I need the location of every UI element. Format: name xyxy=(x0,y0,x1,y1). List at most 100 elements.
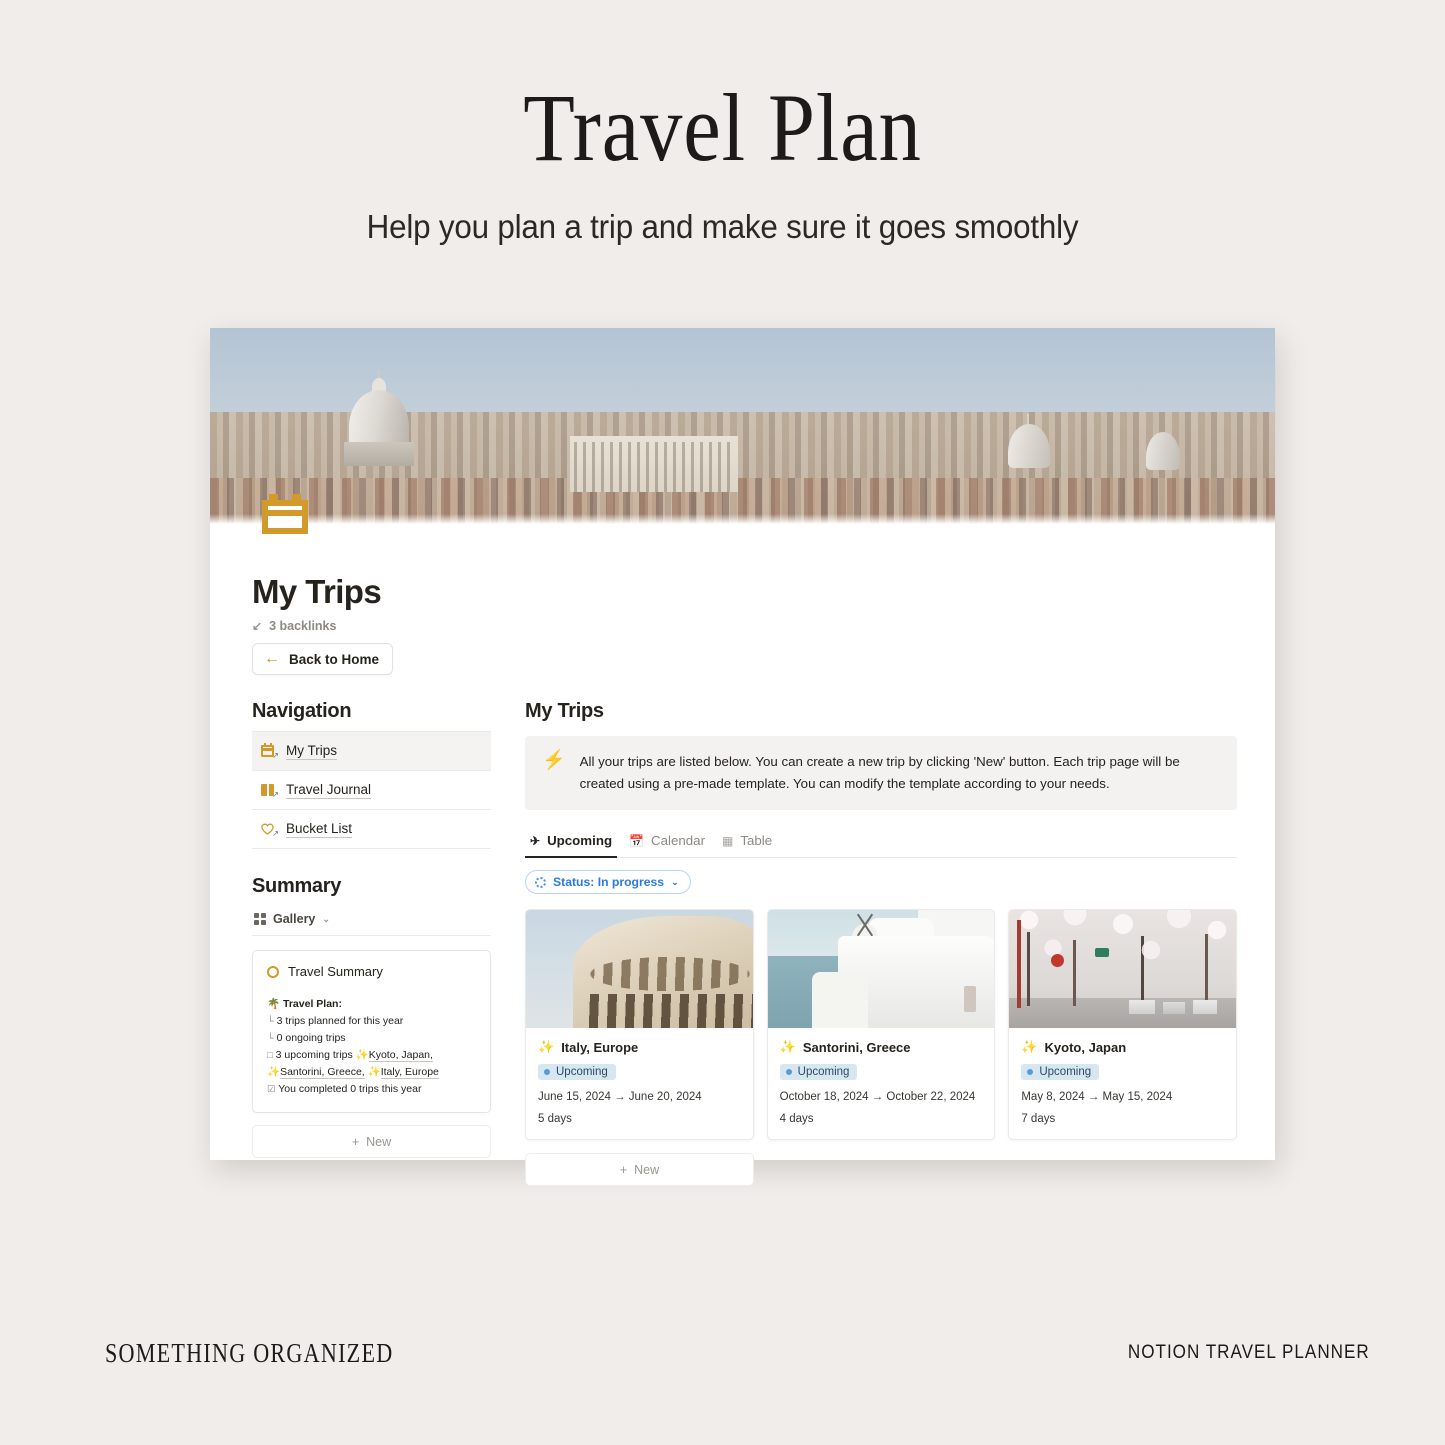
trip-card-title: Kyoto, Japan xyxy=(1044,1039,1127,1055)
trip-card-dates: October 18, 2024 → October 22, 2024 xyxy=(779,1091,976,1104)
page-content: My Trips ↙ 3 backlinks ← Back to Home Na… xyxy=(210,524,1275,1187)
status-badge-label: Upcoming xyxy=(556,1066,608,1079)
left-column: Navigation ↗ My Trips ↗ Travel Journal ↗… xyxy=(252,700,491,1158)
travel-summary-card[interactable]: Travel Summary 🌴 Travel Plan: └ 3 trips … xyxy=(252,950,491,1113)
trip-card[interactable]: ✨ Italy, Europe Upcoming June 15, 2024 →… xyxy=(525,909,754,1141)
arrow-left-icon: ← xyxy=(264,650,280,667)
cover-basilica-dome xyxy=(340,370,418,466)
summary-line: └ 3 trips planned for this year xyxy=(267,1013,476,1030)
footer-product: NOTION TRAVEL PLANNER xyxy=(1128,1342,1370,1363)
colosseum-photo xyxy=(526,910,753,1029)
navigation-list: ↗ My Trips ↗ Travel Journal ↗ Bucket Lis… xyxy=(252,731,491,849)
view-tabs: ✈ Upcoming 📅 Calendar ▦ Table xyxy=(525,827,1237,859)
navigation-heading: Navigation xyxy=(252,700,352,722)
trip-link-italy[interactable]: Italy, Europe xyxy=(380,1066,439,1079)
right-column: My Trips ⚡ All your trips are listed bel… xyxy=(525,700,1238,1187)
database-title: My Trips xyxy=(525,700,604,722)
tab-table[interactable]: ▦ Table xyxy=(717,827,781,857)
trips-new-label: New xyxy=(634,1162,660,1177)
santorini-photo xyxy=(767,910,995,1029)
sparkles-icon: ✨ xyxy=(538,1039,555,1055)
trip-card-duration: 5 days xyxy=(538,1113,572,1126)
tab-calendar[interactable]: 📅 Calendar xyxy=(624,827,714,857)
sidebar-item-my-trips[interactable]: ↗ My Trips xyxy=(252,732,491,771)
cover-photo xyxy=(210,328,1275,524)
calendar-icon: ↗ xyxy=(261,743,279,760)
trip-link-kyoto[interactable]: Kyoto, Japan, xyxy=(368,1049,433,1062)
gallery-view-selector[interactable]: Gallery ⌄ xyxy=(252,906,491,936)
gallery-view-label: Gallery xyxy=(273,912,316,926)
trip-card-title-row: ✨ Kyoto, Japan xyxy=(1021,1039,1224,1055)
trip-card-title-row: ✨ Italy, Europe xyxy=(538,1039,741,1055)
calendar-view-icon: 📅 xyxy=(629,833,645,848)
summary-new-button[interactable]: + New xyxy=(252,1125,491,1158)
page-title: My Trips xyxy=(252,573,382,610)
summary-line-text: 0 ongoing trips xyxy=(276,1032,346,1044)
line-bullet-icon: └ xyxy=(267,1016,274,1027)
summary-new-label: New xyxy=(366,1134,392,1149)
travel-summary-title-row: Travel Summary xyxy=(267,964,476,979)
app-window: My Trips ↙ 3 backlinks ← Back to Home Na… xyxy=(210,328,1275,1187)
travel-plan-label-row: 🌴 Travel Plan: xyxy=(267,996,476,1013)
filter-row: Status: In progress ⌄ xyxy=(525,870,1237,895)
sparkles-icon: ✨ xyxy=(779,1039,796,1055)
callout: ⚡ All your trips are listed below. You c… xyxy=(525,736,1237,811)
line-bullet-icon: └ xyxy=(267,1033,274,1044)
backlinks-label: 3 backlinks xyxy=(269,619,337,633)
footer-brand: SOMETHING ORGANIZED xyxy=(105,1338,394,1368)
circle-icon xyxy=(267,965,279,978)
trip-card-title-row: ✨ Santorini, Greece xyxy=(780,1039,983,1055)
backlinks[interactable]: ↙ 3 backlinks xyxy=(252,619,336,633)
spinner-icon xyxy=(535,876,546,888)
tab-label: Calendar xyxy=(651,833,705,849)
cover-dome-secondary xyxy=(1000,414,1058,468)
trip-card-list: ✨ Italy, Europe Upcoming June 15, 2024 →… xyxy=(525,909,1238,1141)
tab-label: Upcoming xyxy=(547,833,613,849)
travel-plan-label: Travel Plan: xyxy=(283,998,342,1010)
cover-dome-tertiary xyxy=(1140,424,1186,470)
back-to-home-label: Back to Home xyxy=(289,651,380,667)
summary-line-text: You completed 0 trips this year xyxy=(278,1083,422,1095)
tab-upcoming[interactable]: ✈ Upcoming xyxy=(525,827,621,859)
table-icon: ▦ xyxy=(722,833,734,848)
sidebar-item-travel-journal[interactable]: ↗ Travel Journal xyxy=(252,771,491,810)
cover-fade xyxy=(210,514,1275,524)
trip-card-title: Santorini, Greece xyxy=(802,1039,911,1055)
promo-title: Travel Plan xyxy=(523,74,922,181)
travel-summary-title: Travel Summary xyxy=(288,964,383,979)
callout-text: All your trips are listed below. You can… xyxy=(579,754,1180,791)
sidebar-item-label: My Trips xyxy=(286,742,338,760)
status-filter-pill[interactable]: Status: In progress ⌄ xyxy=(525,870,691,895)
sparkles-icon: ✨ xyxy=(367,1066,381,1078)
status-filter-label: Status: In progress xyxy=(553,875,665,890)
trip-card-dates: May 8, 2024 → May 15, 2024 xyxy=(1021,1091,1173,1104)
palm-tree-icon: 🌴 xyxy=(267,998,281,1010)
summary-line-text: 3 trips planned for this year xyxy=(276,1015,404,1027)
sparkles-icon: ✨ xyxy=(355,1049,369,1061)
summary-heading: Summary xyxy=(252,875,342,897)
bolt-icon: ⚡ xyxy=(542,750,566,771)
trips-new-button[interactable]: + New xyxy=(525,1153,754,1187)
status-badge: Upcoming xyxy=(538,1064,616,1081)
trip-link-santorini[interactable]: Santorini, Greece, xyxy=(280,1066,365,1079)
arrow-down-left-icon: ↙ xyxy=(252,619,263,633)
heart-icon: ↗ xyxy=(261,821,279,838)
airplane-icon: ✈ xyxy=(530,833,541,848)
status-badge-label: Upcoming xyxy=(1039,1066,1092,1079)
back-to-home-button[interactable]: ← Back to Home xyxy=(252,643,394,675)
status-badge: Upcoming xyxy=(1021,1064,1100,1081)
cover-palazzo xyxy=(570,436,738,492)
summary-line-text: 3 upcoming trips xyxy=(275,1049,353,1061)
sparkles-icon: ✨ xyxy=(267,1066,281,1078)
trip-card[interactable]: ✨ Kyoto, Japan Upcoming May 8, 2024 → Ma… xyxy=(1008,909,1238,1141)
trip-card-dates: June 15, 2024 → June 20, 2024 xyxy=(538,1091,702,1104)
sidebar-item-bucket-list[interactable]: ↗ Bucket List xyxy=(252,810,491,849)
promo-subtitle: Help you plan a trip and make sure it go… xyxy=(366,208,1079,245)
status-badge: Upcoming xyxy=(779,1064,858,1081)
trip-card[interactable]: ✨ Santorini, Greece Upcoming October 18,… xyxy=(766,909,996,1141)
status-badge-label: Upcoming xyxy=(797,1066,850,1079)
summary-upcoming-line: □ 3 upcoming trips ✨Kyoto, Japan, ✨Santo… xyxy=(267,1047,476,1081)
grid-icon xyxy=(254,913,266,925)
calendar-icon[interactable] xyxy=(262,494,308,534)
sidebar-item-label: Travel Journal xyxy=(286,781,372,799)
